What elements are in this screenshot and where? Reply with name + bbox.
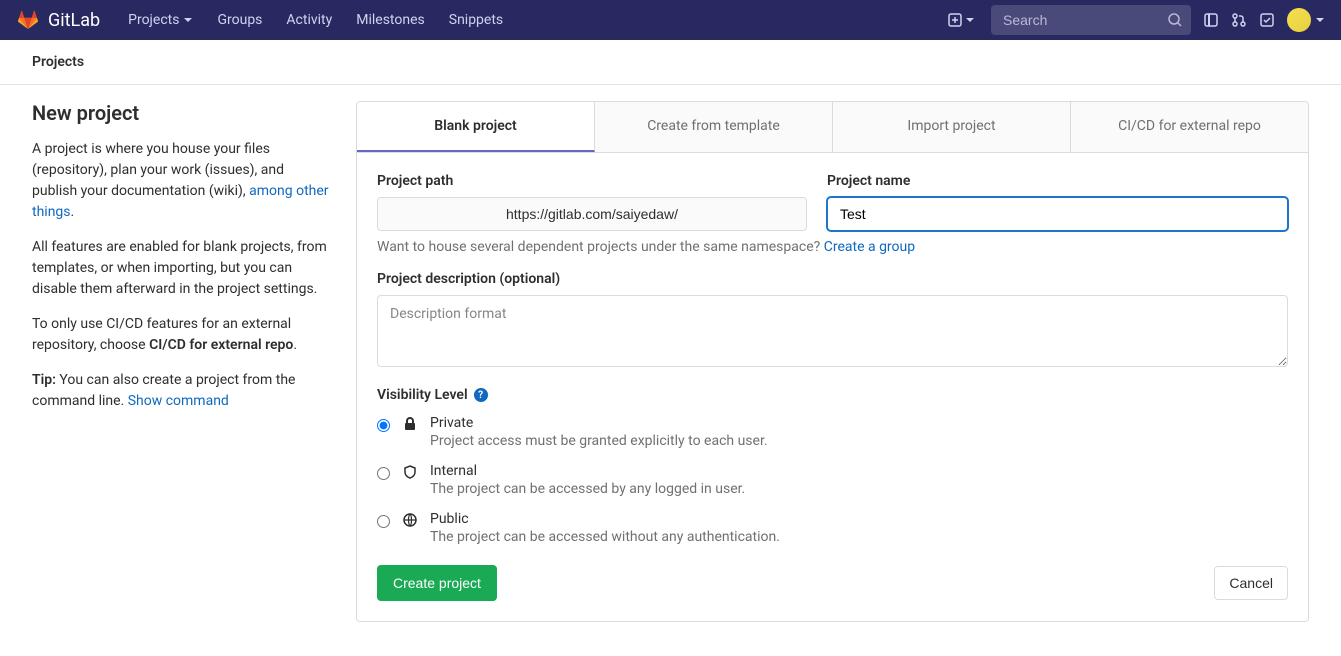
project-name-label: Project name: [827, 173, 1288, 189]
help-icon[interactable]: ?: [474, 388, 488, 402]
visibility-internal-radio[interactable]: [377, 467, 390, 480]
nav-snippets[interactable]: Snippets: [437, 0, 515, 40]
show-command-link[interactable]: Show command: [128, 393, 229, 409]
visibility-section: Visibility Level ? Private Project acces…: [377, 387, 1288, 545]
visibility-private-title: Private: [430, 415, 1288, 431]
tab-import-project[interactable]: Import project: [833, 102, 1071, 152]
project-desc-input[interactable]: [377, 295, 1288, 367]
project-desc-group: Project description (optional): [377, 271, 1288, 371]
lock-icon: [402, 416, 418, 432]
avatar: [1287, 8, 1311, 32]
project-name-input[interactable]: [827, 197, 1288, 231]
project-name-group: Project name: [827, 173, 1288, 231]
help-p4: Tip: You can also create a project from …: [32, 370, 332, 412]
page-title: New project: [32, 101, 332, 125]
visibility-public-radio[interactable]: [377, 515, 390, 528]
help-p1: A project is where you house your files …: [32, 139, 332, 223]
form-actions: Create project Cancel: [377, 565, 1288, 601]
project-path-label: Project path: [377, 173, 807, 189]
visibility-public-title: Public: [430, 511, 1288, 527]
visibility-internal-desc: The project can be accessed by any logge…: [430, 481, 1288, 497]
visibility-internal-title: Internal: [430, 463, 1288, 479]
gitlab-logo[interactable]: [16, 8, 40, 32]
header-right: [943, 5, 1325, 35]
visibility-private-radio[interactable]: [377, 419, 390, 432]
tab-blank-project[interactable]: Blank project: [357, 102, 595, 152]
issues-icon[interactable]: [1203, 12, 1219, 28]
main-content: Blank project Create from template Impor…: [356, 101, 1309, 622]
help-p2: All features are enabled for blank proje…: [32, 237, 332, 300]
nav-projects[interactable]: Projects: [116, 0, 205, 40]
nav-items: Projects Groups Activity Milestones Snip…: [116, 0, 515, 40]
merge-requests-icon[interactable]: [1231, 12, 1247, 28]
help-sidebar: New project A project is where you house…: [32, 101, 332, 622]
project-path-group: Project path: [377, 173, 807, 231]
brand-name[interactable]: GitLab: [48, 10, 100, 31]
tab-create-from-template[interactable]: Create from template: [595, 102, 833, 152]
search-input[interactable]: [991, 5, 1191, 35]
tab-cicd-external[interactable]: CI/CD for external repo: [1071, 102, 1308, 152]
form-area: Project path Project name Want to house …: [356, 153, 1309, 622]
page-container: New project A project is where you house…: [0, 85, 1341, 638]
visibility-private[interactable]: Private Project access must be granted e…: [377, 415, 1288, 449]
visibility-public-desc: The project can be accessed without any …: [430, 529, 1288, 545]
nav-groups[interactable]: Groups: [205, 0, 274, 40]
shield-icon: [402, 464, 418, 480]
user-menu[interactable]: [1287, 8, 1325, 32]
globe-icon: [402, 512, 418, 528]
create-group-link[interactable]: Create a group: [824, 239, 915, 255]
project-path-input[interactable]: [377, 197, 807, 231]
create-project-button[interactable]: Create project: [377, 565, 497, 601]
help-p3: To only use CI/CD features for an extern…: [32, 314, 332, 356]
project-desc-label: Project description (optional): [377, 271, 1288, 287]
visibility-level-label: Visibility Level ?: [377, 387, 1288, 403]
new-dropdown[interactable]: [943, 12, 979, 28]
visibility-private-desc: Project access must be granted explicitl…: [430, 433, 1288, 449]
search-icon: [1167, 12, 1183, 28]
top-nav: GitLab Projects Groups Activity Mileston…: [0, 0, 1341, 40]
breadcrumb-text[interactable]: Projects: [32, 54, 84, 70]
cancel-button[interactable]: Cancel: [1214, 566, 1288, 600]
project-type-tabs: Blank project Create from template Impor…: [356, 101, 1309, 153]
visibility-internal[interactable]: Internal The project can be accessed by …: [377, 463, 1288, 497]
todos-icon[interactable]: [1259, 12, 1275, 28]
visibility-public[interactable]: Public The project can be accessed witho…: [377, 511, 1288, 545]
nav-milestones[interactable]: Milestones: [344, 0, 437, 40]
nav-activity[interactable]: Activity: [274, 0, 344, 40]
search-wrapper: [991, 5, 1191, 35]
breadcrumb: Projects: [0, 40, 1341, 85]
nav-projects-label: Projects: [128, 12, 179, 28]
namespace-hint: Want to house several dependent projects…: [377, 239, 1288, 255]
